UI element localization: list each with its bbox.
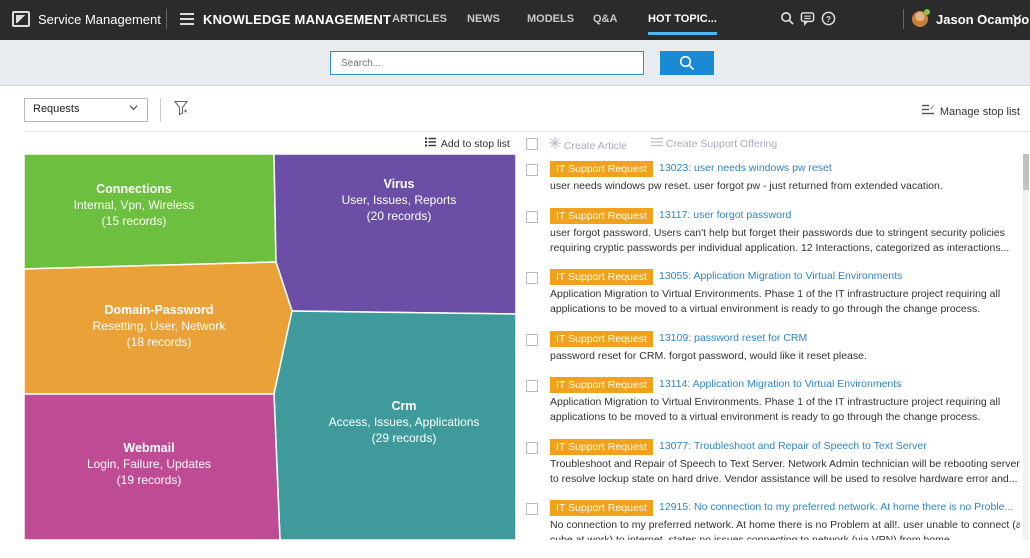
type-badge: IT Support Request [550,208,653,224]
divider [24,131,1030,132]
list-icon [651,137,666,150]
cluster-count: (18 records) [126,335,192,349]
create-support-offering-label: Create Support Offering [665,138,778,150]
cluster-count: (19 records) [116,473,182,487]
item-checkbox[interactable] [526,380,538,392]
cluster-count: (15 records) [101,214,167,228]
type-badge: IT Support Request [550,161,653,177]
divider [903,9,904,29]
create-support-offering-button[interactable]: Create Support Offering [651,137,777,150]
tab-news[interactable]: NEWS [467,13,500,25]
item-title-link[interactable]: 13077: Troubleshoot and Repair of Speech… [659,440,927,452]
item-title-link[interactable]: 13114: Application Migration to Virtual … [659,378,901,390]
help-icon[interactable]: ? [821,11,836,30]
treemap-label-domain-password: Domain-Password Resetting, User, Network… [79,302,239,350]
item-title-link[interactable]: 13117: user forgot password [659,209,791,221]
svg-text:?: ? [826,14,831,24]
item-description: No connection to my preferred network. A… [550,519,1020,540]
cluster-name: Connections [96,182,172,196]
cluster-terms: Login, Failure, Updates [86,457,212,471]
item-checkbox[interactable] [526,442,538,454]
search-icon[interactable] [780,11,795,30]
topic-treemap: Connections Internal, Vpn, Wireless (15 … [24,154,516,540]
cluster-name: Virus [383,177,415,191]
cluster-name: Webmail [123,441,175,455]
create-article-label: Create Article [563,140,627,152]
treemap-label-webmail: Webmail Login, Failure, Updates (19 reco… [64,440,234,488]
manage-stop-list-link[interactable]: Manage stop list [921,104,1020,118]
search-band [0,40,1030,86]
chat-icon[interactable] [800,11,815,30]
item-title-link[interactable]: 13023: user needs windows pw reset [659,162,832,174]
cluster-terms: User, Issues, Reports [341,193,457,207]
top-nav-bar: Service Management KNOWLEDGE MANAGEMENT … [0,0,1030,40]
item-description: user forgot password. Users can't help b… [550,227,1010,254]
divider [160,98,161,122]
list-icon [425,137,439,150]
item-checkbox[interactable] [526,164,538,176]
scrollbar[interactable] [1023,154,1029,540]
item-description: Application Migration to Virtual Environ… [550,396,1001,423]
type-badge: IT Support Request [550,331,653,347]
item-description: password reset for CRM. forgot password,… [550,350,867,362]
tab-hot-topic[interactable]: HOT TOPIC... [648,13,717,35]
dropdown-value: Requests [33,103,80,115]
create-article-button[interactable]: Create Article [549,137,627,152]
item-description: Application Migration to Virtual Environ… [550,288,1001,315]
type-badge: IT Support Request [550,500,653,516]
treemap-label-crm: Crm Access, Issues, Applications (29 rec… [309,398,499,446]
chevron-down-icon [129,103,138,115]
treemap-label-virus: Virus User, Issues, Reports (20 records) [314,176,484,224]
sparkle-icon [549,137,564,152]
app-logo-icon [12,11,30,27]
cluster-name: Crm [391,399,417,413]
search-icon [679,55,695,71]
type-badge: IT Support Request [550,377,653,393]
cluster-count: (29 records) [371,431,437,445]
cluster-terms: Resetting, User, Network [92,319,226,333]
manage-stop-list-label: Manage stop list [939,106,1020,118]
app-title[interactable]: Service Management [38,12,161,27]
filter-bar: Requests Manage stop list [0,86,1030,134]
results-list: IT Support Request 13023: user needs win… [524,154,1020,540]
cluster-name: Domain-Password [104,303,214,317]
avatar[interactable] [912,9,930,27]
item-checkbox[interactable] [526,272,538,284]
cluster-count: (20 records) [366,209,432,223]
list-edit-icon [921,104,937,118]
filter-icon[interactable] [173,100,189,121]
tab-models[interactable]: MODELS [527,13,574,25]
add-to-stop-list-label: Add to stop list [440,138,510,150]
menu-icon[interactable] [180,13,194,25]
tab-qa[interactable]: Q&A [593,13,617,25]
category-dropdown[interactable]: Requests [24,98,148,122]
add-to-stop-list-button[interactable]: Add to stop list [425,137,510,150]
cluster-terms: Internal, Vpn, Wireless [73,198,195,212]
cluster-terms: Access, Issues, Applications [328,415,480,429]
type-badge: IT Support Request [550,269,653,285]
item-checkbox[interactable] [526,503,538,515]
divider [166,9,167,29]
item-description: user needs windows pw reset. user forgot… [550,180,943,192]
item-title-link[interactable]: 13055: Application Migration to Virtual … [659,270,902,282]
type-badge: IT Support Request [550,439,653,455]
scrollbar-thumb[interactable] [1023,154,1029,190]
item-title-link[interactable]: 13109: password reset for CRM [659,332,807,344]
item-title-link[interactable]: 12915: No connection to my preferred net… [659,501,1013,513]
search-button[interactable] [660,51,714,75]
chevron-down-icon[interactable] [1012,11,1022,25]
item-description: Troubleshoot and Repair of Speech to Tex… [550,458,1020,485]
item-checkbox[interactable] [526,334,538,346]
tab-articles[interactable]: ARTICLES [392,13,447,25]
treemap-label-connections: Connections Internal, Vpn, Wireless (15 … [54,181,214,229]
search-input[interactable] [330,51,644,75]
select-all-checkbox[interactable] [526,138,538,150]
item-checkbox[interactable] [526,211,538,223]
module-title: KNOWLEDGE MANAGEMENT [203,12,392,27]
